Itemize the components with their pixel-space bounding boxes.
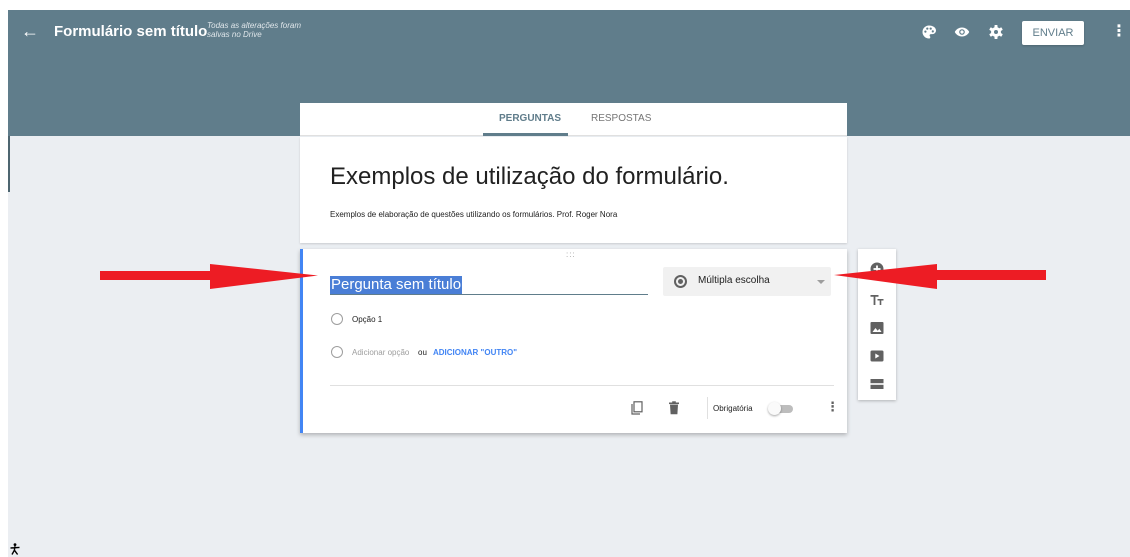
toggle-knob	[768, 402, 781, 415]
add-option-link[interactable]: Adicionar opção	[352, 348, 409, 358]
left-edge-divider	[8, 136, 10, 192]
more-vert-icon[interactable]: ⋮	[826, 400, 839, 414]
annotation-arrow-left	[834, 264, 1046, 289]
save-status: Todas as alterações foram salvas no Driv…	[207, 21, 301, 39]
video-icon[interactable]	[870, 349, 884, 363]
form-editor: PERGUNTAS RESPOSTAS Exemplos de utilizaç…	[300, 103, 847, 433]
palette-icon[interactable]	[921, 24, 937, 40]
question-title-input[interactable]: Pergunta sem título	[330, 276, 463, 294]
add-or-text: ou	[418, 348, 427, 357]
annotation-arrow-right	[100, 264, 318, 289]
add-other-link[interactable]: ADICIONAR "OUTRO"	[433, 348, 517, 358]
accessibility-person-icon	[10, 543, 20, 555]
required-toggle[interactable]	[768, 402, 795, 415]
form-title[interactable]: Exemplos de utilização do formulário.	[330, 162, 729, 192]
caret-down-icon	[817, 280, 825, 284]
drag-handle-icon[interactable]: :::	[566, 251, 576, 259]
required-label: Obrigatória	[713, 404, 753, 413]
more-vert-icon[interactable]: ⋮	[1111, 23, 1127, 41]
trash-icon[interactable]	[668, 401, 680, 415]
question-card: ::: Pergunta sem título Múltipla escolha…	[300, 249, 847, 433]
question-type-dropdown[interactable]: Múltipla escolha	[663, 267, 831, 296]
arrow-left-icon[interactable]: ←	[21, 20, 39, 42]
form-title-card: Exemplos de utilização do formulário. Ex…	[300, 137, 847, 243]
tab-respostas[interactable]: RESPOSTAS	[591, 113, 651, 125]
title-text-icon[interactable]	[870, 293, 884, 307]
option-label[interactable]: Opção 1	[352, 315, 382, 325]
radio-button-icon	[674, 275, 687, 288]
radio-circle-icon	[331, 346, 343, 358]
radio-circle-icon	[331, 313, 343, 325]
tab-bar: PERGUNTAS RESPOSTAS	[300, 103, 847, 136]
question-type-label: Múltipla escolha	[698, 275, 770, 286]
form-description[interactable]: Exemplos de elaboração de questões utili…	[330, 210, 617, 220]
question-divider	[330, 385, 834, 386]
tab-indicator	[483, 133, 568, 136]
form-name[interactable]: Formulário sem título	[54, 23, 207, 41]
question-title-underline	[330, 294, 648, 295]
eye-icon[interactable]	[954, 24, 970, 40]
footer-separator	[707, 397, 708, 419]
copy-icon[interactable]	[631, 401, 643, 415]
tab-perguntas[interactable]: PERGUNTAS	[499, 113, 561, 125]
page: ← Formulário sem título Todas as alteraç…	[0, 0, 1130, 557]
gear-icon[interactable]	[988, 24, 1004, 40]
image-icon[interactable]	[870, 321, 884, 335]
send-button[interactable]: ENVIAR	[1022, 21, 1084, 45]
section-icon[interactable]	[870, 377, 884, 391]
